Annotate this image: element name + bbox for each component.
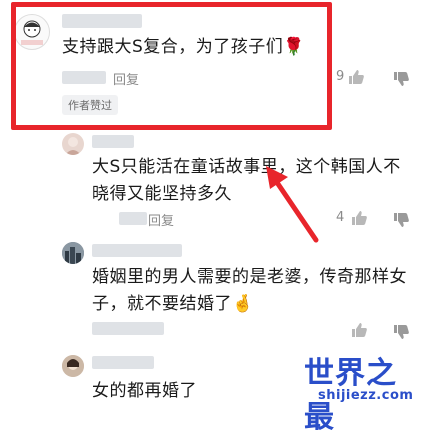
user-avatar-icon <box>65 137 81 155</box>
reply-button[interactable]: 回复 <box>148 210 174 229</box>
thumbs-down-icon[interactable] <box>392 211 410 229</box>
user-avatar-icon <box>62 355 84 377</box>
commenter-avatar[interactable] <box>62 355 84 377</box>
comment-timestamp <box>92 322 164 335</box>
like-count: 4 <box>336 210 345 225</box>
thumbs-up-icon[interactable] <box>350 209 368 227</box>
comment-timestamp <box>119 212 147 225</box>
comment-text: 女的都再婚了 <box>92 381 197 401</box>
commenter-avatar[interactable] <box>62 133 84 155</box>
thumbs-up-icon[interactable] <box>347 68 365 86</box>
comment-text: 大S只能活在童话故事里，这个韩国人不晓得又能坚持多久 <box>92 157 401 204</box>
thumbs-down-icon[interactable] <box>392 323 410 341</box>
commenter-name[interactable] <box>92 356 154 369</box>
commenter-name[interactable] <box>92 135 134 148</box>
watermark-url: shijiezz.com <box>318 388 414 403</box>
like-count: 9 <box>336 69 345 84</box>
city-avatar-icon <box>62 242 84 264</box>
comment-text: 婚姻里的男人需要的是老婆，传奇那样女子，就不要结婚了🤞 <box>92 267 407 314</box>
thumbs-up-icon[interactable] <box>350 321 368 339</box>
commenter-avatar[interactable] <box>62 242 84 264</box>
highlight-frame <box>11 2 332 130</box>
thumbs-down-icon[interactable] <box>392 70 410 88</box>
commenter-name[interactable] <box>92 244 182 257</box>
